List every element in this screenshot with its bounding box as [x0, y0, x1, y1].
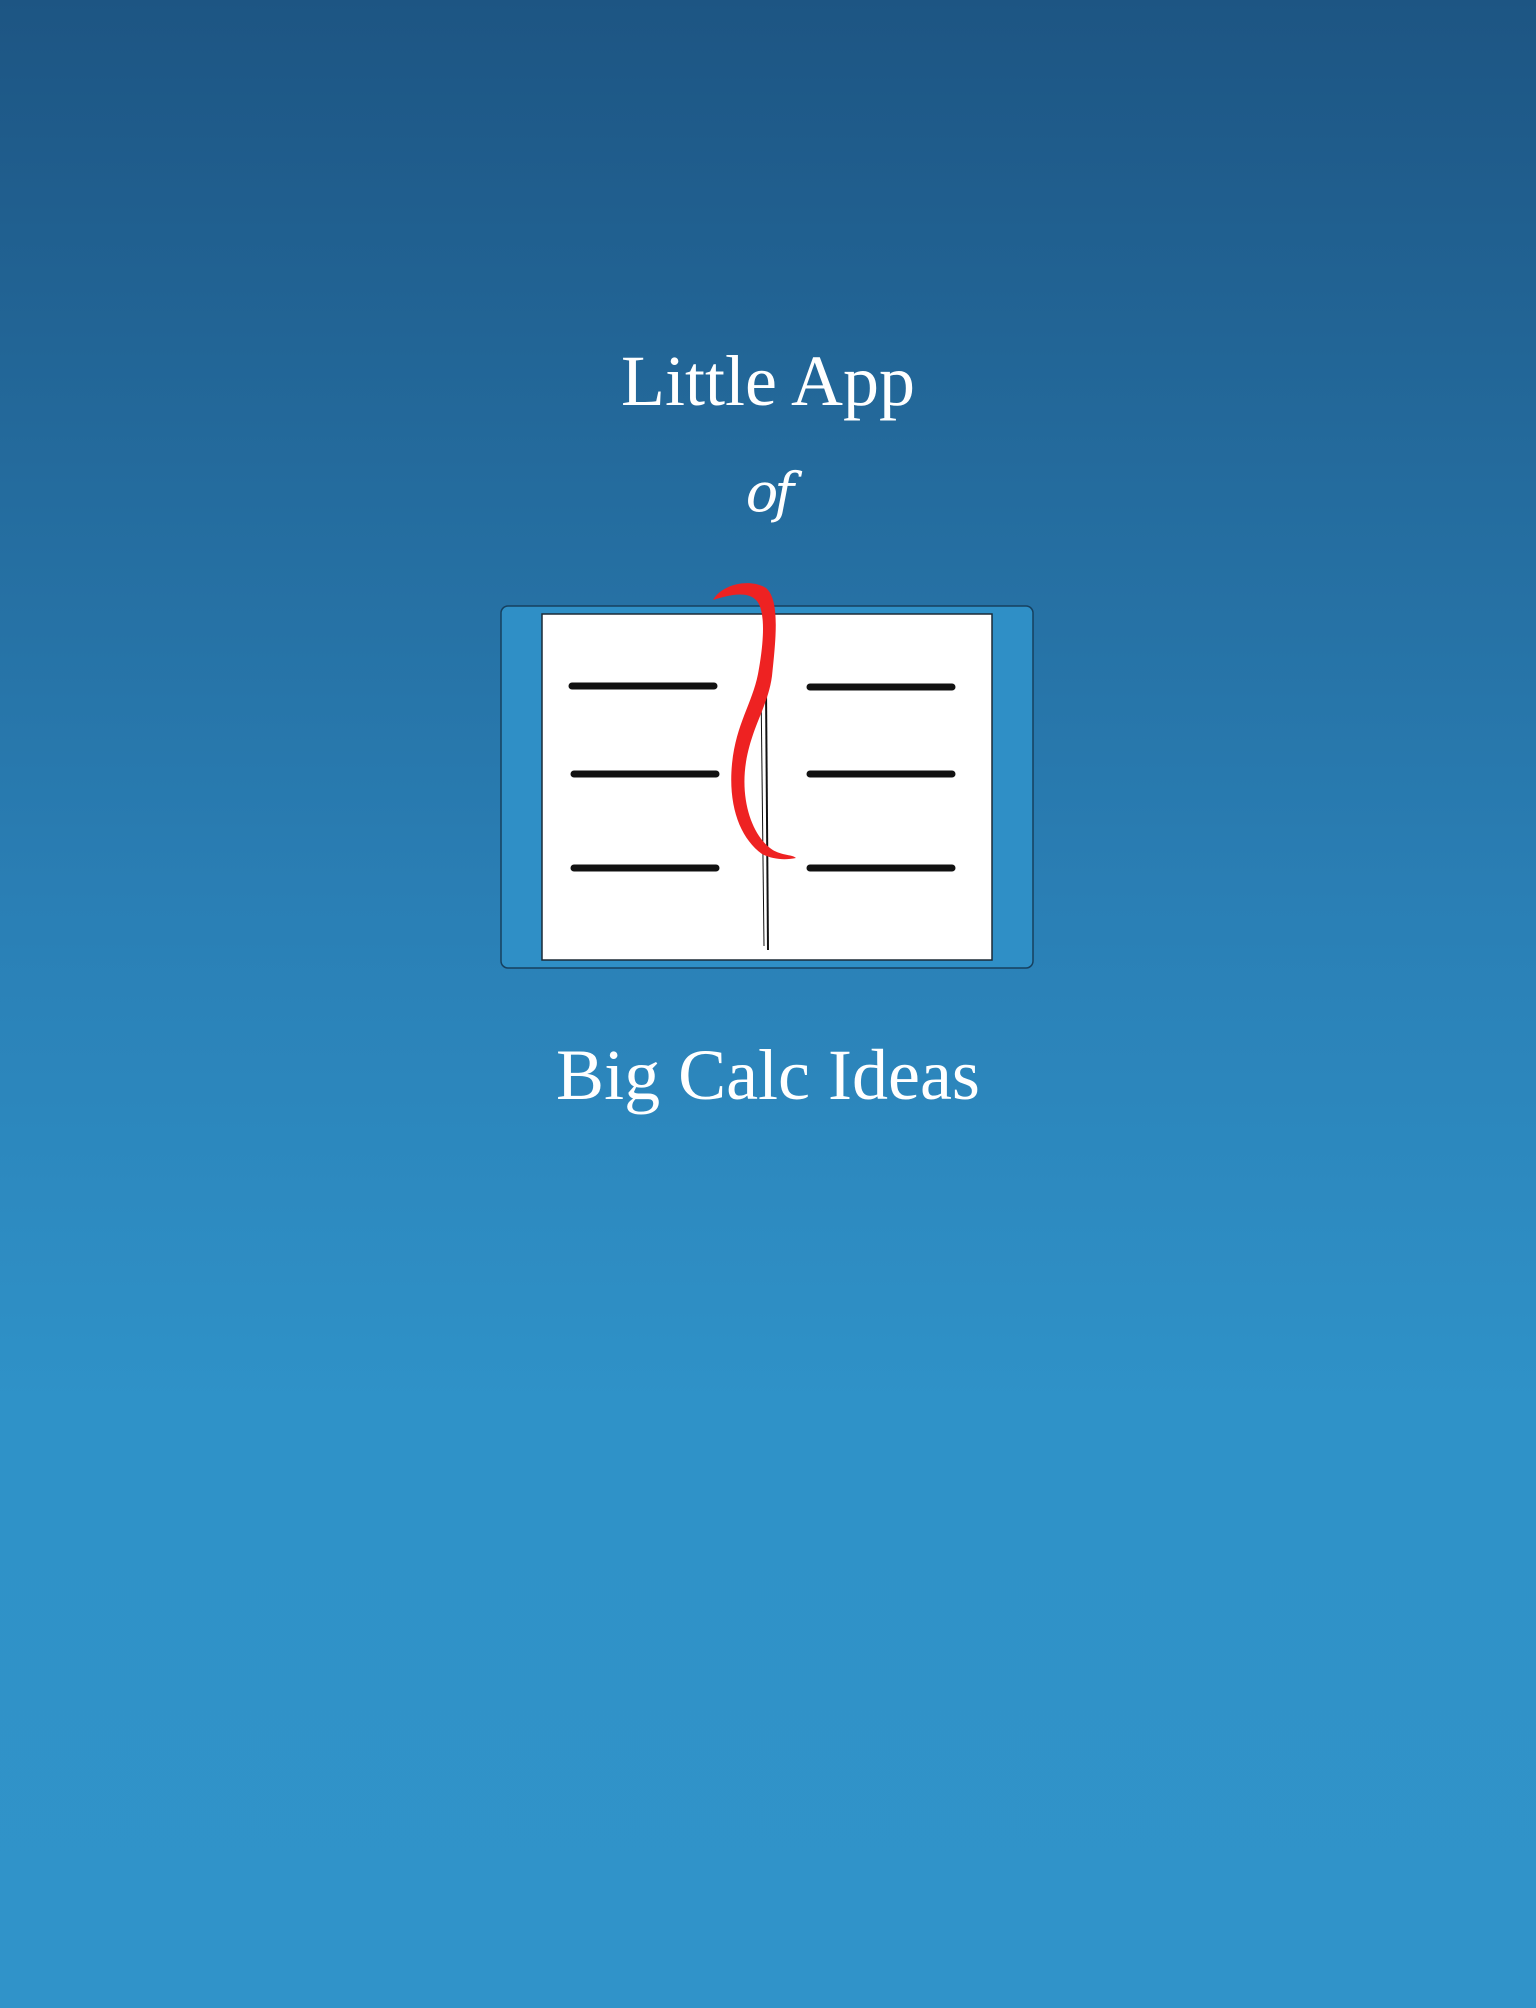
app-title-line-1: Little App [621, 341, 915, 421]
app-title-line-2: Big Calc Ideas [556, 1035, 980, 1115]
open-book-with-bookmark-icon [500, 583, 1034, 969]
app-title-connector: of [745, 461, 795, 524]
splash-screen: Little App of Big Calc Ideas [0, 0, 1536, 2008]
